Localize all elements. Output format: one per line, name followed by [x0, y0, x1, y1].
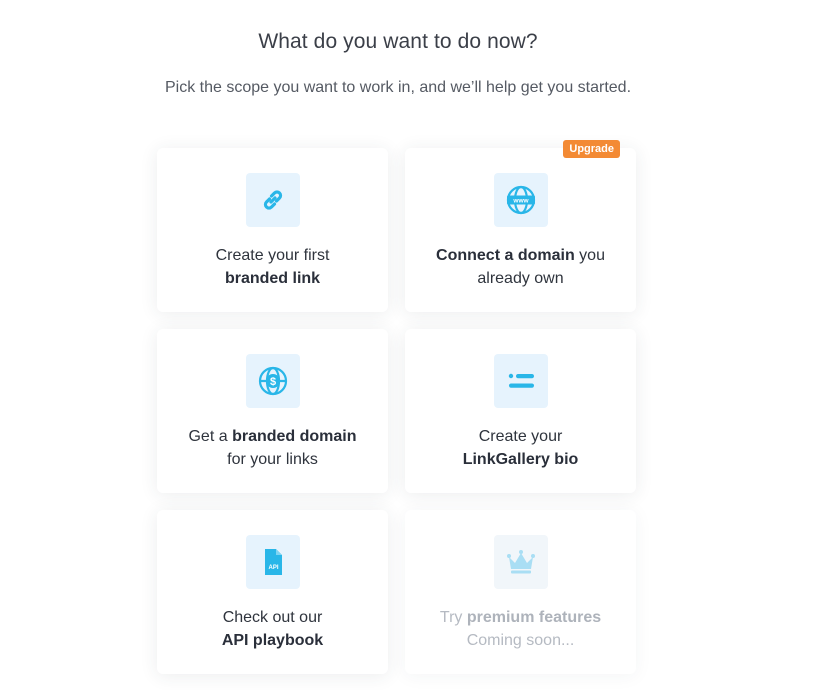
api-playbook-card[interactable]: API Check out our API playbook — [157, 510, 388, 674]
card-label: Try premium features Coming soon... — [439, 609, 602, 649]
page-subtitle: Pick the scope you want to work in, and … — [164, 79, 632, 96]
premium-features-card: Try premium features Coming soon... — [405, 510, 636, 674]
branded-domain-card[interactable]: $ Get a branded domain for your links — [157, 329, 388, 493]
card-label: Connect a domain you already own — [436, 247, 605, 287]
svg-text:$: $ — [270, 376, 276, 388]
linkgallery-bio-card[interactable]: Create your LinkGallery bio — [405, 329, 636, 493]
svg-text:www: www — [512, 198, 529, 205]
www-globe-icon: www — [494, 173, 548, 227]
svg-text:API: API — [268, 565, 278, 571]
card-label: Check out our API playbook — [221, 609, 324, 649]
list-icon — [494, 354, 548, 408]
dollar-globe-icon: $ — [246, 354, 300, 408]
upgrade-badge[interactable]: Upgrade — [563, 140, 620, 158]
link-icon — [246, 173, 300, 227]
page-title: What do you want to do now? — [258, 30, 538, 53]
card-label: Create your first branded link — [215, 247, 330, 287]
create-branded-link-card[interactable]: Create your first branded link — [157, 148, 388, 312]
card-label: Create your LinkGallery bio — [462, 428, 579, 468]
crown-icon — [494, 535, 548, 589]
connect-domain-card[interactable]: Upgrade www Connect a domain you already… — [405, 140, 636, 312]
api-file-icon: API — [246, 535, 300, 589]
card-label: Get a branded domain for your links — [188, 428, 357, 468]
